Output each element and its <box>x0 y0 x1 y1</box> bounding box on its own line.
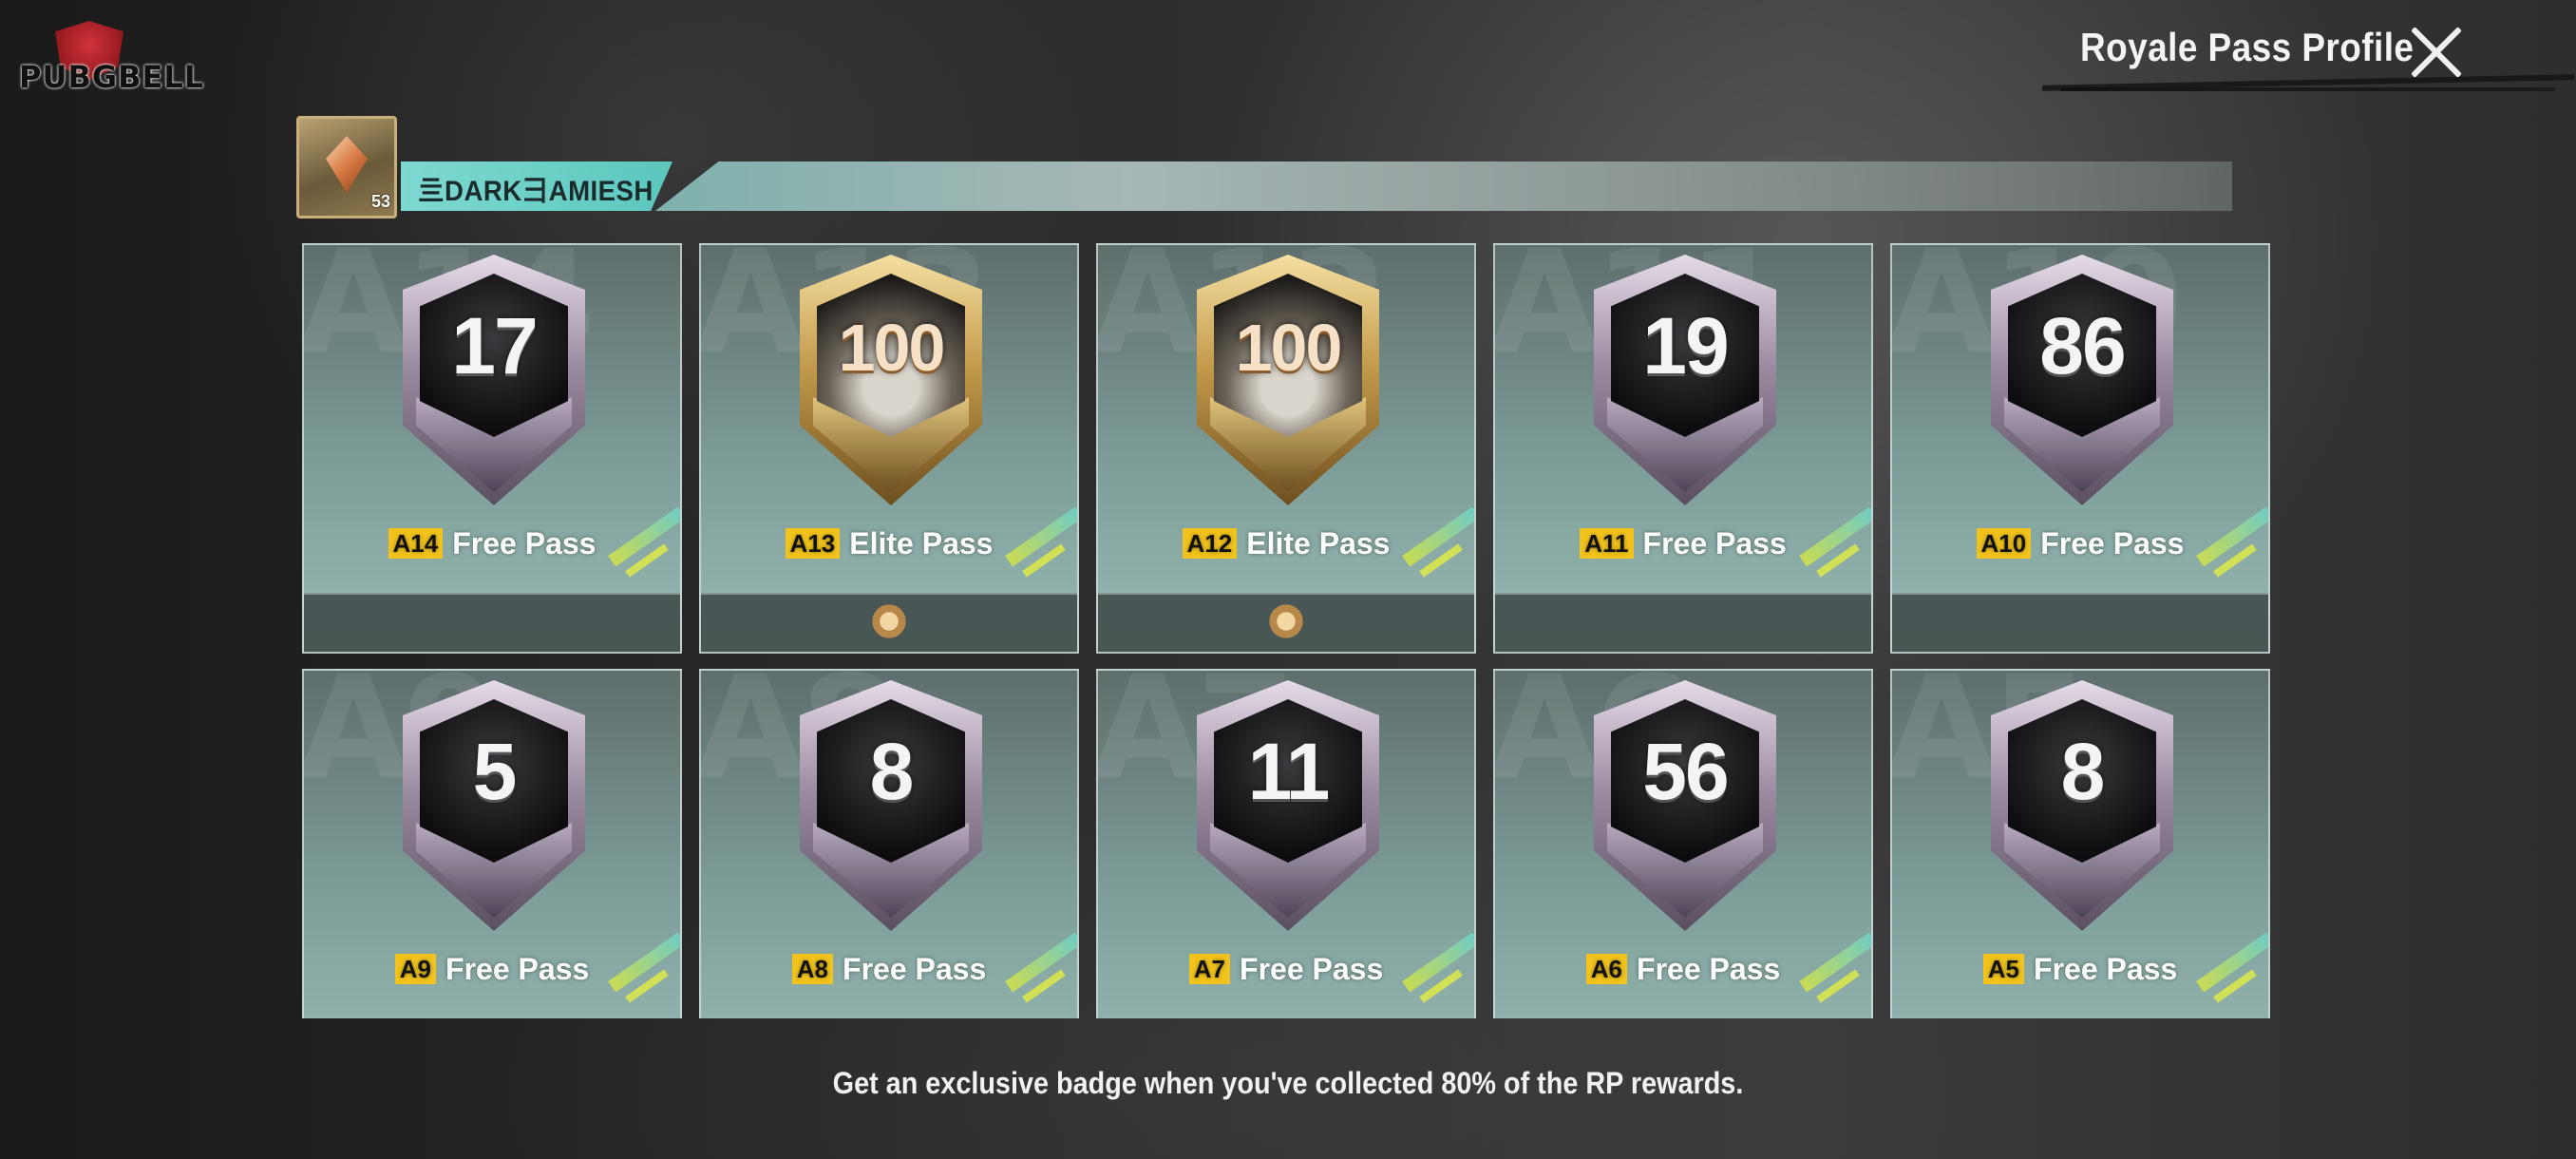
pass-type: Free Pass <box>2040 526 2185 560</box>
season-tag: A12 <box>1182 528 1238 559</box>
pass-card-a11[interactable]: A11 19 A11 Free Pass <box>1493 243 1873 654</box>
season-tag: A6 <box>1585 954 1628 984</box>
pass-label: A10 Free Pass <box>1892 526 2268 561</box>
rank-number: 19 <box>1642 301 1729 390</box>
watermark-logo: PUBGBELL <box>19 21 205 111</box>
season-tag: A14 <box>388 528 444 559</box>
player-level: 53 <box>370 192 390 211</box>
rank-number: 11 <box>1247 727 1331 816</box>
elite-emblem-icon <box>1264 604 1308 642</box>
pass-label: A8 Free Pass <box>701 952 1077 987</box>
season-tag: A7 <box>1188 954 1231 984</box>
pass-card-a8[interactable]: A8 8 A8 Free Pass <box>699 669 1079 1018</box>
pass-card-a10[interactable]: A10 86 A10 Free Pass <box>1890 243 2270 654</box>
page-title: Royale Pass Profile <box>2080 25 2415 69</box>
pass-card-a12[interactable]: A12 100 A12 Elite Pass <box>1096 243 1476 654</box>
card-footer <box>1098 593 1474 652</box>
rank-badge-icon: 8 <box>1991 680 2173 931</box>
card-footer <box>701 593 1077 652</box>
diamond-tier-frame-icon <box>326 136 368 193</box>
pass-type: Free Pass <box>452 526 597 560</box>
pass-label: A9 Free Pass <box>304 952 680 987</box>
player-banner-bar <box>655 162 2232 211</box>
rank-badge-icon: 11 <box>1197 680 1379 931</box>
pass-type: Free Pass <box>843 952 987 986</box>
pass-card-a7[interactable]: A7 11 A7 Free Pass <box>1096 669 1476 1018</box>
watermark-brand: PUBGBELL <box>19 59 205 95</box>
pass-type: Free Pass <box>2034 952 2178 986</box>
elite-emblem-icon <box>867 604 911 642</box>
rank-badge-icon: 19 <box>1594 255 1776 505</box>
pass-type: Free Pass <box>445 952 590 986</box>
pass-type: Free Pass <box>1637 952 1781 986</box>
pass-type: Elite Pass <box>849 526 994 560</box>
close-icon[interactable] <box>2405 21 2468 84</box>
rank-badge-icon: 56 <box>1594 680 1776 931</box>
pass-label: A13 Elite Pass <box>701 526 1077 561</box>
royale-pass-grid: A1417A14Free PassA13100A13Elite PassA121… <box>302 243 2274 1018</box>
pass-label: A11 Free Pass <box>1495 526 1871 561</box>
pass-card-a9[interactable]: A9 5 A9 Free Pass <box>302 669 682 1018</box>
pass-card-a14[interactable]: A14 17 A14 Free Pass <box>302 243 682 654</box>
season-tag: A13 <box>785 528 841 559</box>
rank-badge-icon: 100 <box>800 255 982 505</box>
pass-card-a6[interactable]: A6 56 A6 Free Pass <box>1493 669 1873 1018</box>
rank-number: 8 <box>2060 727 2106 816</box>
card-footer <box>304 593 680 652</box>
player-name: 亖DARK⺕AMIESH <box>418 176 653 207</box>
title-underline <box>2059 87 2557 91</box>
rank-number: 56 <box>1642 727 1729 816</box>
season-tag: A10 <box>1976 528 2032 559</box>
pass-type: Free Pass <box>1642 526 1787 560</box>
pass-label: A14 Free Pass <box>304 526 680 561</box>
rank-number: 8 <box>869 727 915 816</box>
rank-badge-icon: 100 <box>1197 255 1379 505</box>
card-footer <box>1495 593 1871 652</box>
pass-label: A5 Free Pass <box>1892 952 2268 987</box>
season-tag: A5 <box>1982 954 2025 984</box>
pass-card-a5[interactable]: A5 8 A5 Free Pass <box>1890 669 2270 1018</box>
pass-label: A12 Elite Pass <box>1098 526 1474 561</box>
pass-card-a13[interactable]: A13 100 A13 Elite Pass <box>699 243 1079 654</box>
player-avatar[interactable]: 53 <box>296 116 397 218</box>
rank-number: 17 <box>451 301 538 390</box>
footer-hint: Get an exclusive badge when you've colle… <box>832 1066 1744 1100</box>
rank-number: 100 <box>1235 311 1343 385</box>
season-tag: A9 <box>394 954 437 984</box>
pass-type: Free Pass <box>1240 952 1384 986</box>
season-tag: A8 <box>791 954 834 984</box>
pass-type: Elite Pass <box>1246 526 1391 560</box>
rank-badge-icon: 8 <box>800 680 982 931</box>
rank-badge-icon: 5 <box>403 680 585 931</box>
pass-label: A6 Free Pass <box>1495 952 1871 987</box>
rank-badge-icon: 86 <box>1991 255 2173 505</box>
card-footer <box>1892 593 2268 652</box>
rank-badge-icon: 17 <box>403 255 585 505</box>
pass-label: A7 Free Pass <box>1098 952 1474 987</box>
rank-number: 86 <box>2039 301 2126 390</box>
rank-number: 5 <box>472 727 518 816</box>
season-tag: A11 <box>1580 528 1634 559</box>
rank-number: 100 <box>838 311 946 385</box>
